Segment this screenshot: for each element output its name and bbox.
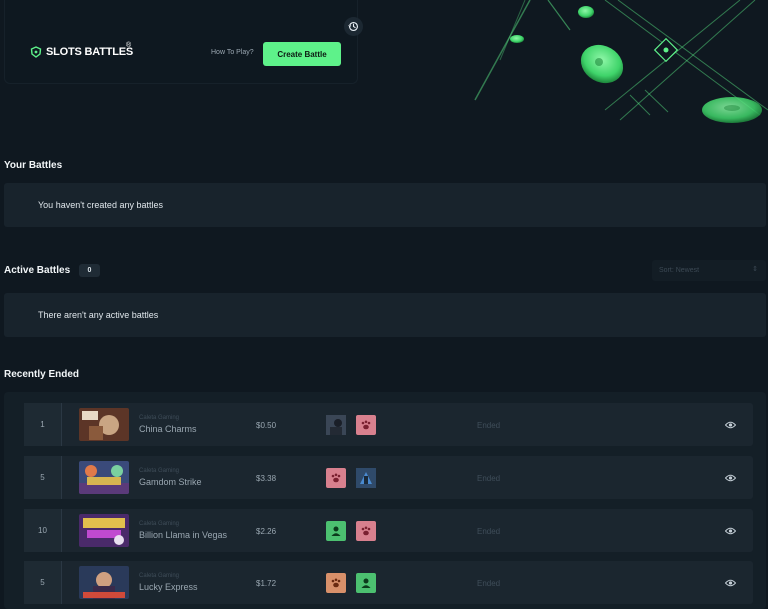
your-battles-empty: You haven't created any battles — [38, 200, 163, 210]
chevron-updown-icon: ⇕ — [752, 266, 758, 273]
sort-select-value: Sort: Newest — [659, 267, 700, 274]
paw-avatar-icon[interactable] — [356, 521, 376, 541]
battle-round-count: 10 — [24, 509, 62, 552]
active-battles-empty: There aren't any active battles — [38, 310, 159, 320]
battle-row[interactable]: 5 Caleta Gaming Lucky Express $1.72 Ende… — [24, 561, 753, 604]
active-battles-title: Active Battles — [4, 265, 71, 276]
battle-round-count: 5 — [24, 561, 62, 604]
history-button[interactable] — [344, 17, 363, 36]
agent-avatar-icon[interactable] — [356, 573, 376, 593]
paw-avatar-icon[interactable] — [326, 468, 346, 488]
your-battles-title: Your Battles — [4, 160, 63, 171]
create-battle-button[interactable]: Create Battle — [263, 42, 341, 66]
game-thumbnail — [79, 408, 129, 441]
logo[interactable]: SLOTS BATTLES — [30, 44, 133, 60]
battle-cost: $3.38 — [256, 474, 277, 483]
game-provider: Caleta Gaming — [139, 573, 180, 579]
how-to-play-link[interactable]: How To Play? — [211, 49, 254, 56]
eye-icon[interactable] — [724, 524, 737, 537]
logo-text: SLOTS BATTLES — [46, 46, 134, 58]
your-battles-panel: You haven't created any battles — [4, 183, 766, 227]
eye-icon[interactable] — [724, 418, 737, 431]
battle-row[interactable]: 10 Caleta Gaming Billion Llama in Vegas … — [24, 509, 753, 552]
battle-cost: $0.50 — [256, 421, 277, 430]
game-thumbnail — [79, 514, 129, 547]
battle-round-count: 5 — [24, 456, 62, 499]
recently-ended-list: 1 Caleta Gaming China Charms $0.50 Ended… — [4, 392, 766, 609]
agent-avatar-icon[interactable] — [326, 521, 346, 541]
game-name: Lucky Express — [139, 582, 198, 592]
battle-row[interactable]: 5 Caleta Gaming Gamdom Strike $3.38 Ende… — [24, 456, 753, 499]
game-name: China Charms — [139, 424, 197, 434]
battle-status: Ended — [477, 579, 501, 588]
game-provider: Caleta Gaming — [139, 415, 180, 421]
active-battles-count-badge: 0 — [79, 264, 100, 277]
eye-icon[interactable] — [724, 576, 737, 589]
registered-mark: ® — [126, 42, 132, 49]
active-battles-panel: There aren't any active battles — [4, 293, 766, 337]
game-provider: Caleta Gaming — [139, 521, 180, 527]
battle-row[interactable]: 1 Caleta Gaming China Charms $0.50 Ended — [24, 403, 753, 446]
header-card: SLOTS BATTLES ® How To Play? Create Batt… — [4, 0, 358, 84]
recently-ended-title: Recently Ended — [4, 369, 80, 380]
battle-cost: $2.26 — [256, 527, 277, 536]
player-avatar[interactable] — [356, 468, 376, 488]
sort-select[interactable]: Sort: Newest ⇕ — [652, 260, 766, 281]
player-avatar[interactable] — [326, 415, 346, 435]
battle-status: Ended — [477, 527, 501, 536]
battle-status: Ended — [477, 421, 501, 430]
game-name: Gamdom Strike — [139, 477, 202, 487]
game-name: Billion Llama in Vegas — [139, 530, 228, 540]
shield-logo-icon — [30, 46, 42, 58]
eye-icon[interactable] — [724, 471, 737, 484]
hero-decoration — [474, 0, 768, 123]
paw-avatar-icon[interactable] — [326, 573, 346, 593]
battle-status: Ended — [477, 474, 501, 483]
game-provider: Caleta Gaming — [139, 468, 180, 474]
paw-avatar-icon[interactable] — [356, 415, 376, 435]
battle-cost: $1.72 — [256, 579, 277, 588]
hero-banner: SLOTS BATTLES ® How To Play? Create Batt… — [0, 0, 768, 130]
game-thumbnail — [79, 461, 129, 494]
battle-round-count: 1 — [24, 403, 62, 446]
history-icon — [348, 21, 359, 32]
game-thumbnail — [79, 566, 129, 599]
